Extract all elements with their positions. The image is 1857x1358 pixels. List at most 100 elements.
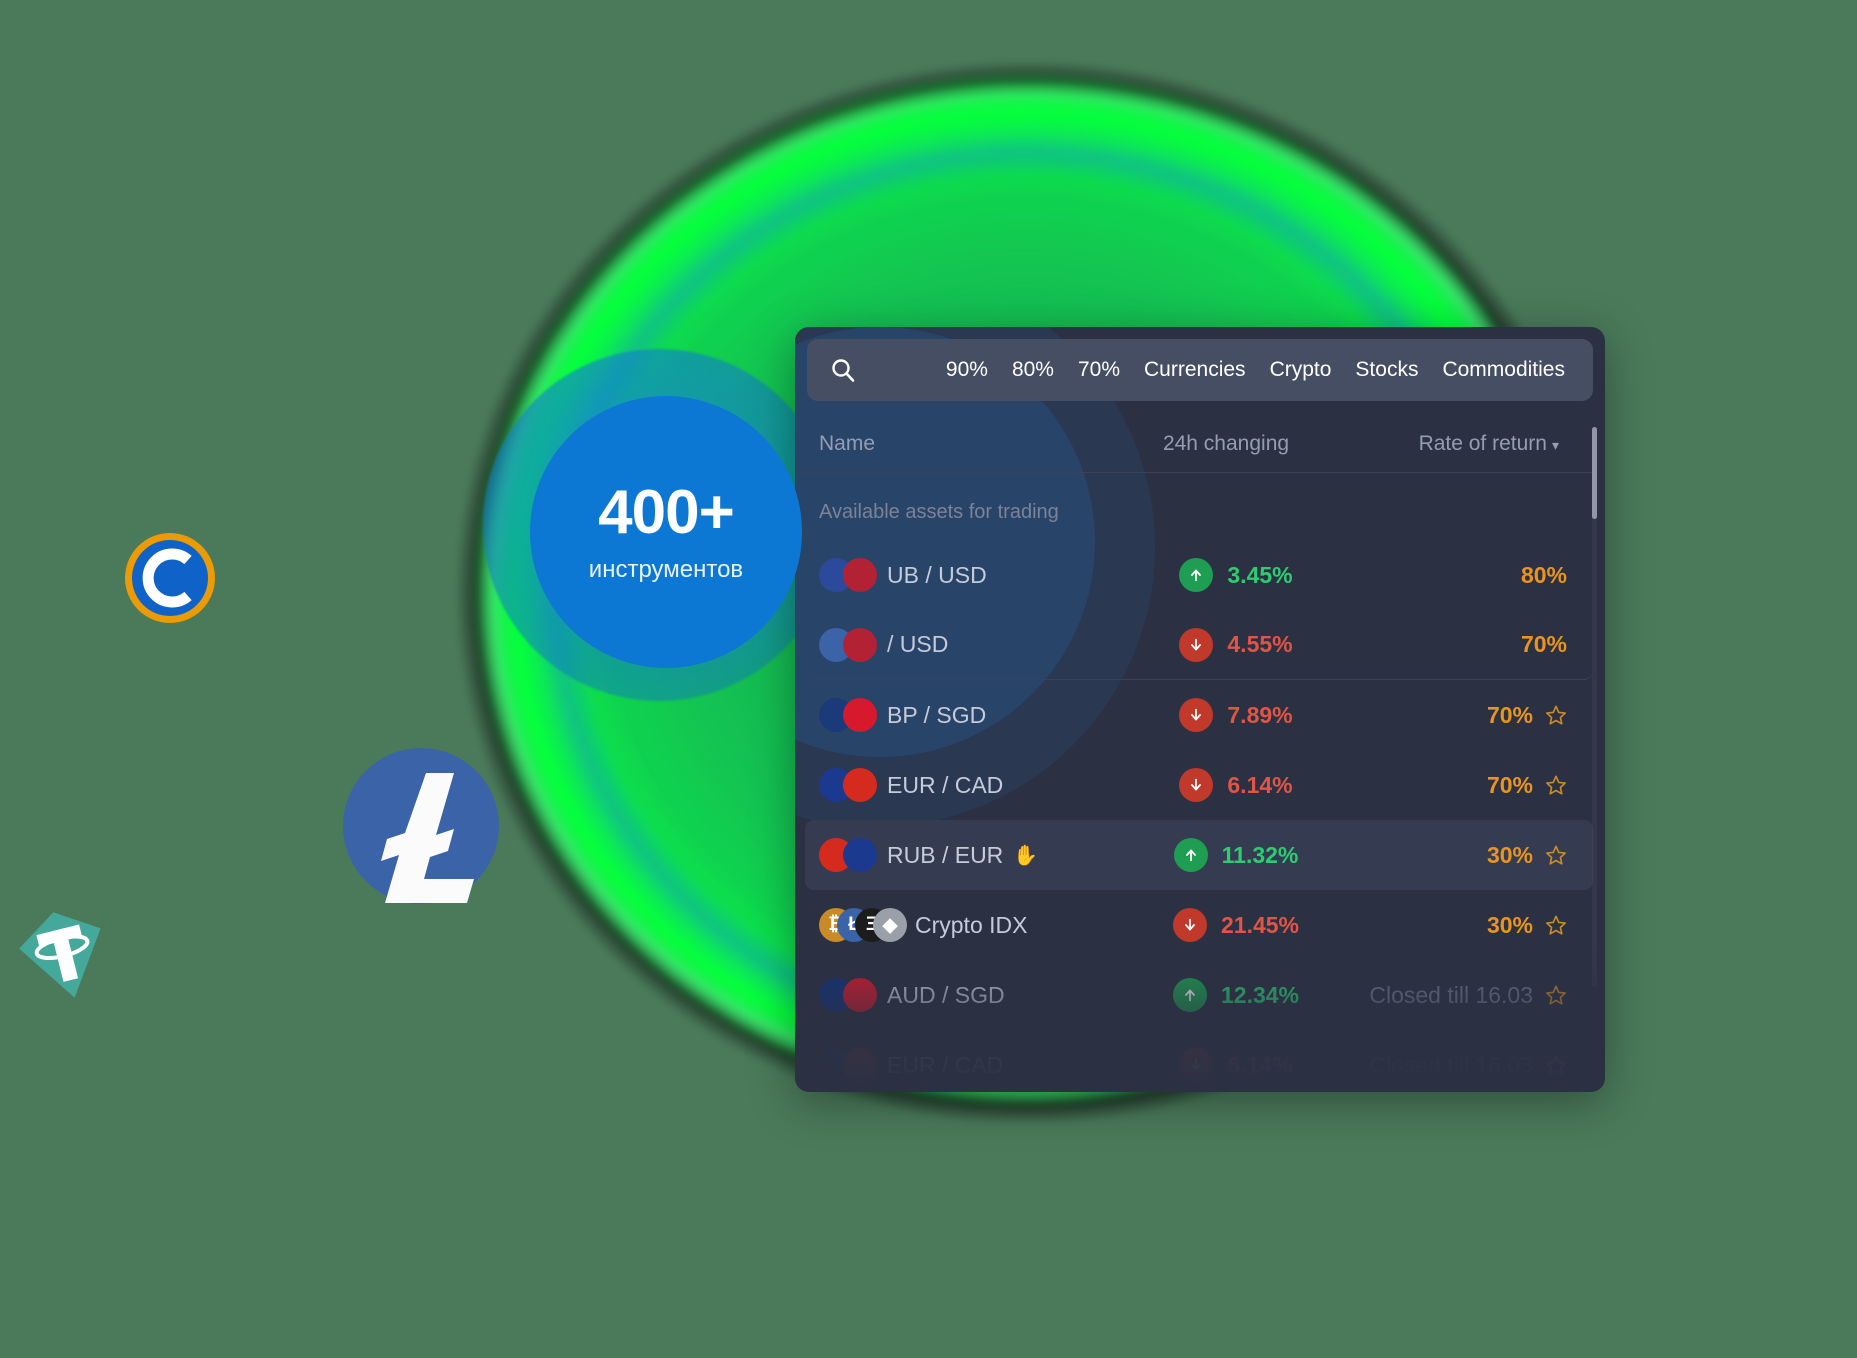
rate-of-return-value: 70% [1520,631,1567,657]
rate-of-return-cell: 70% [1361,631,1593,658]
rate-of-return-value: 30% [1486,911,1533,938]
arrow-down-icon [1179,768,1214,802]
section-title: Available assets for trading [819,501,1059,523]
change-value: 6.14% [1227,771,1293,798]
closed-status-label: Closed till 16.03 [1369,1051,1533,1078]
arrow-down-icon [1172,908,1207,942]
change-cell: 21.45% [1111,908,1361,942]
flag-icon [843,1048,877,1082]
favorite-star-icon[interactable] [1545,1054,1567,1076]
litecoin-coin-logo [340,745,502,907]
favorite-star-icon[interactable] [1545,844,1567,866]
column-header-row: Name 24h changing Rate of return ▾ [795,415,1593,473]
tether-coin-logo [14,905,114,1005]
table-row[interactable]: UB / USD 3.45% 80% [805,540,1593,610]
asset-name-cell: UB / USD [819,558,1111,592]
flag-icon [843,627,877,662]
table-row[interactable]: AUD / SGD 12.34% Closed till 16.03 [805,960,1593,1030]
asset-name-cell: ₿ Ł Ξ ◆ Crypto IDX [819,908,1111,942]
table-row[interactable]: RUB / EUR ✋ 11.32% 30% [805,820,1593,890]
favorite-star-icon[interactable] [1545,774,1567,796]
table-row[interactable]: ₿ Ł Ξ ◆ Crypto IDX 21.45% 30% [805,890,1593,960]
filter-chip-80[interactable]: 80% [1000,358,1066,382]
favorite-star-icon[interactable] [1545,984,1567,1006]
chevron-down-icon[interactable]: ▾ [1552,437,1559,453]
mouse-cursor-icon: ✋ [1013,844,1039,867]
filter-chip-crypto[interactable]: Crypto [1258,358,1344,382]
asset-pair-label: / USD [887,631,949,657]
asset-pair-label: BP / SGD [887,701,987,728]
rate-of-return-value: 30% [1486,841,1533,868]
change-value: 12.34% [1220,981,1299,1008]
rate-of-return-cell: 70% [1361,702,1593,729]
change-cell: 6.14% [1111,1048,1361,1082]
scrollbar-track[interactable] [1592,427,1597,987]
scrollbar-thumb[interactable] [1592,427,1597,519]
search-bar[interactable]: 90% 80% 70% Currencies Crypto Stocks Com… [807,339,1593,401]
rate-of-return-cell: Closed till 16.03 [1361,982,1593,1009]
arrow-up-icon [1173,838,1208,872]
rate-of-return-cell: 30% [1361,912,1593,939]
column-header-name: Name [819,431,876,455]
filter-chip-commodities[interactable]: Commodities [1430,358,1577,382]
change-cell: 3.45% [1111,558,1361,592]
currency-flag-pair [819,698,877,732]
currency-flag-pair [819,768,877,802]
asset-name-cell: RUB / EUR ✋ [819,838,1111,872]
table-row[interactable]: / USD 4.55% 70% [805,610,1593,680]
asset-name-cell: EUR / CAD [819,1048,1111,1082]
change-cell: 12.34% [1111,978,1361,1012]
asset-pair-label: UB / USD [887,561,987,588]
crypto-index-icons: ₿ Ł Ξ ◆ [819,908,907,942]
rate-of-return-value: 70% [1486,701,1533,728]
currency-flag-pair [819,558,877,592]
arrow-up-icon [1172,978,1207,1012]
search-icon[interactable] [830,357,856,383]
asset-name-cell: BP / SGD [819,698,1111,732]
rate-of-return-cell: 70% [1361,772,1593,799]
change-cell: 6.14% [1111,768,1361,802]
change-cell: 4.55% [1111,627,1361,662]
currency-flag-pair [819,1048,877,1082]
asset-pair-label: EUR / CAD [887,1051,1004,1078]
filter-chip-stocks[interactable]: Stocks [1343,358,1430,382]
flag-icon [843,768,877,802]
table-row[interactable]: EUR / CAD 6.14% Closed till 16.03 [805,1030,1593,1092]
change-value: 3.45% [1227,561,1293,588]
crypto-coin-icon: ◆ [873,908,907,942]
flag-icon [843,978,877,1012]
favorite-star-icon[interactable] [1545,914,1567,936]
currency-flag-pair [819,838,877,872]
asset-pair-label: Crypto IDX [915,911,1028,938]
asset-pair-label: EUR / CAD [887,771,1004,798]
rate-of-return-value: 70% [1486,771,1533,798]
currency-flag-pair [819,978,877,1012]
change-value: 21.45% [1220,911,1299,938]
rate-of-return-cell: Closed till 16.03 [1361,1052,1593,1079]
table-row[interactable]: BP / SGD 7.89% 70% [805,680,1593,750]
column-header-rate-label: Rate of return [1418,431,1547,455]
flag-icon [843,698,877,732]
filter-chip-90[interactable]: 90% [934,358,1000,382]
currency-flag-pair [819,627,877,662]
favorite-star-icon[interactable] [1545,704,1567,726]
asset-name-cell: / USD [819,627,1111,662]
column-header-changing: 24h changing [1162,431,1290,455]
filter-chip-currencies[interactable]: Currencies [1132,358,1258,382]
asset-pair-label: AUD / SGD [887,981,1005,1008]
filter-chip-70[interactable]: 70% [1066,358,1132,382]
asset-rows: UB / USD 3.45% 80% / USD 4.55% 70% BP / SGD 7.8… [795,540,1605,1092]
arrow-up-icon [1179,558,1214,592]
promo-caption: инструментов [588,556,744,583]
filter-chip-group: 90% 80% 70% Currencies Crypto Stocks Com… [934,358,1593,382]
screenshot-stage: 400+ инструментов 90% 80% 70% Currencies… [0,0,1857,1358]
change-value: 4.55% [1227,631,1293,657]
flag-icon [843,558,877,592]
column-header-rate-of-return[interactable]: Rate of return ▾ [1351,432,1593,456]
asset-name-cell: EUR / CAD [819,768,1111,802]
table-row[interactable]: EUR / CAD 6.14% 70% [805,750,1593,820]
change-value: 6.14% [1227,1051,1293,1078]
change-cell: 11.32% [1111,838,1361,872]
asset-name-cell: AUD / SGD [819,978,1111,1012]
arrow-down-icon [1179,698,1214,732]
